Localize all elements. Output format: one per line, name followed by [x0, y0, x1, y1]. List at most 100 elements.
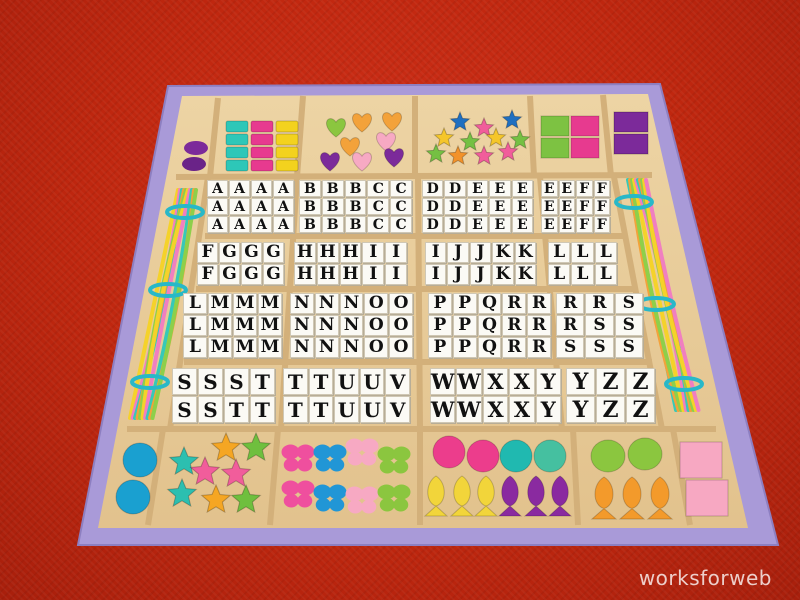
letter-tile: S [585, 337, 614, 358]
letter-tile: N [314, 293, 339, 314]
letter-tile: A [273, 180, 294, 197]
cube-bead [613, 133, 649, 155]
letter-tile: K [514, 242, 536, 263]
letter-tile: M [258, 337, 282, 358]
letter-tile: N [290, 293, 314, 314]
letter-tile: K [492, 264, 514, 285]
star-bead [200, 483, 232, 514]
letter-tile: W [430, 396, 456, 423]
letter-tile: C [390, 180, 412, 197]
letter-tile: E [511, 180, 533, 197]
letter-tile: M [258, 293, 282, 314]
letter-tile: E [558, 198, 575, 215]
square-bead [225, 146, 249, 159]
letter-tile: X [482, 368, 509, 395]
letter-tile: T [308, 368, 334, 395]
letter-tile: E [511, 216, 533, 233]
letter-tile: C [390, 216, 412, 233]
letter-tile: A [207, 180, 228, 197]
letter-tile: S [614, 315, 643, 336]
letter-tile: G [241, 264, 262, 285]
letter-tile: S [614, 293, 643, 314]
letter-tile: N [339, 315, 364, 336]
letter-tile: Z [596, 368, 625, 395]
square-bead [225, 159, 249, 172]
butterfly-bead [328, 444, 347, 460]
butterfly-bead [393, 498, 409, 512]
letter-tile: G [241, 242, 262, 263]
letter-tile: B [321, 180, 344, 197]
letter-tile: Q [477, 315, 502, 336]
letter-tile: C [367, 198, 390, 215]
letter-tile: N [314, 315, 339, 336]
fish-bead [646, 476, 674, 520]
letter-tile: E [558, 216, 575, 233]
oval-bead [122, 442, 158, 478]
letter-tile: I [425, 264, 447, 285]
bead-craft-box: AAAAAAAAAAAABBBCCBBBCCBBBCCDDEEEDDEEEDDE… [0, 0, 800, 600]
heart-bead [320, 152, 340, 172]
letter-tile: N [339, 337, 364, 358]
butterfly-bead [379, 460, 395, 474]
star-bead [473, 144, 495, 166]
letter-tile: M [233, 315, 257, 336]
butterfly-bead [328, 484, 347, 500]
letter-tile: I [362, 242, 385, 263]
round-bead [432, 435, 466, 469]
round-bead [533, 439, 567, 473]
fish-bead [523, 475, 549, 517]
square-bead [275, 146, 299, 159]
star-bead [240, 431, 272, 462]
letter-tile: R [556, 315, 585, 336]
letter-tile: S [224, 368, 249, 395]
letter-tile: I [385, 264, 407, 285]
star-bead [473, 116, 495, 138]
star-bead [485, 126, 507, 148]
letter-tile: F [576, 198, 593, 215]
letter-tile: W [456, 396, 482, 423]
square-bead [250, 159, 274, 172]
letter-tile: E [466, 198, 489, 215]
letter-tile: S [556, 337, 585, 358]
letter-tile: A [229, 216, 250, 233]
letter-tile: U [359, 396, 385, 423]
letter-tile: T [250, 368, 275, 395]
letter-tile: D [422, 216, 444, 233]
letter-tile: A [251, 180, 272, 197]
letter-tile: B [299, 180, 321, 197]
star-bead [189, 455, 221, 486]
letter-tile: B [299, 216, 321, 233]
letter-tile: M [208, 293, 232, 314]
butterfly-bead [379, 498, 395, 512]
cube-bead [540, 137, 570, 159]
star-bead [425, 142, 447, 164]
letter-tile: M [258, 315, 282, 336]
letter-tile: F [197, 242, 218, 263]
letter-tile: C [390, 198, 412, 215]
letter-tile: H [339, 264, 362, 285]
letter-tile: G [263, 264, 284, 285]
letter-tile: P [452, 337, 477, 358]
letter-tile: I [385, 242, 407, 263]
round-bead [182, 157, 206, 171]
letter-tile: L [594, 264, 617, 285]
letter-tile: S [585, 315, 614, 336]
butterfly-bead [360, 486, 379, 502]
letter-tile: M [233, 337, 257, 358]
letter-tile: V [385, 396, 410, 423]
watermark-text: worksforweb [638, 566, 772, 590]
letter-tile: Z [596, 396, 625, 423]
letter-tile: A [229, 180, 250, 197]
butterfly-bead [315, 498, 331, 512]
letter-tile: A [273, 198, 294, 215]
letter-tile: Y [535, 396, 561, 423]
letter-tile: R [556, 293, 585, 314]
star-bead [433, 126, 455, 148]
cube-bead [613, 111, 649, 133]
butterfly-bead [296, 480, 315, 496]
letter-tile: S [614, 337, 643, 358]
letter-tile: U [334, 368, 359, 395]
letter-tile: P [452, 315, 477, 336]
letter-tile: U [359, 368, 385, 395]
letter-tile: O [389, 293, 413, 314]
